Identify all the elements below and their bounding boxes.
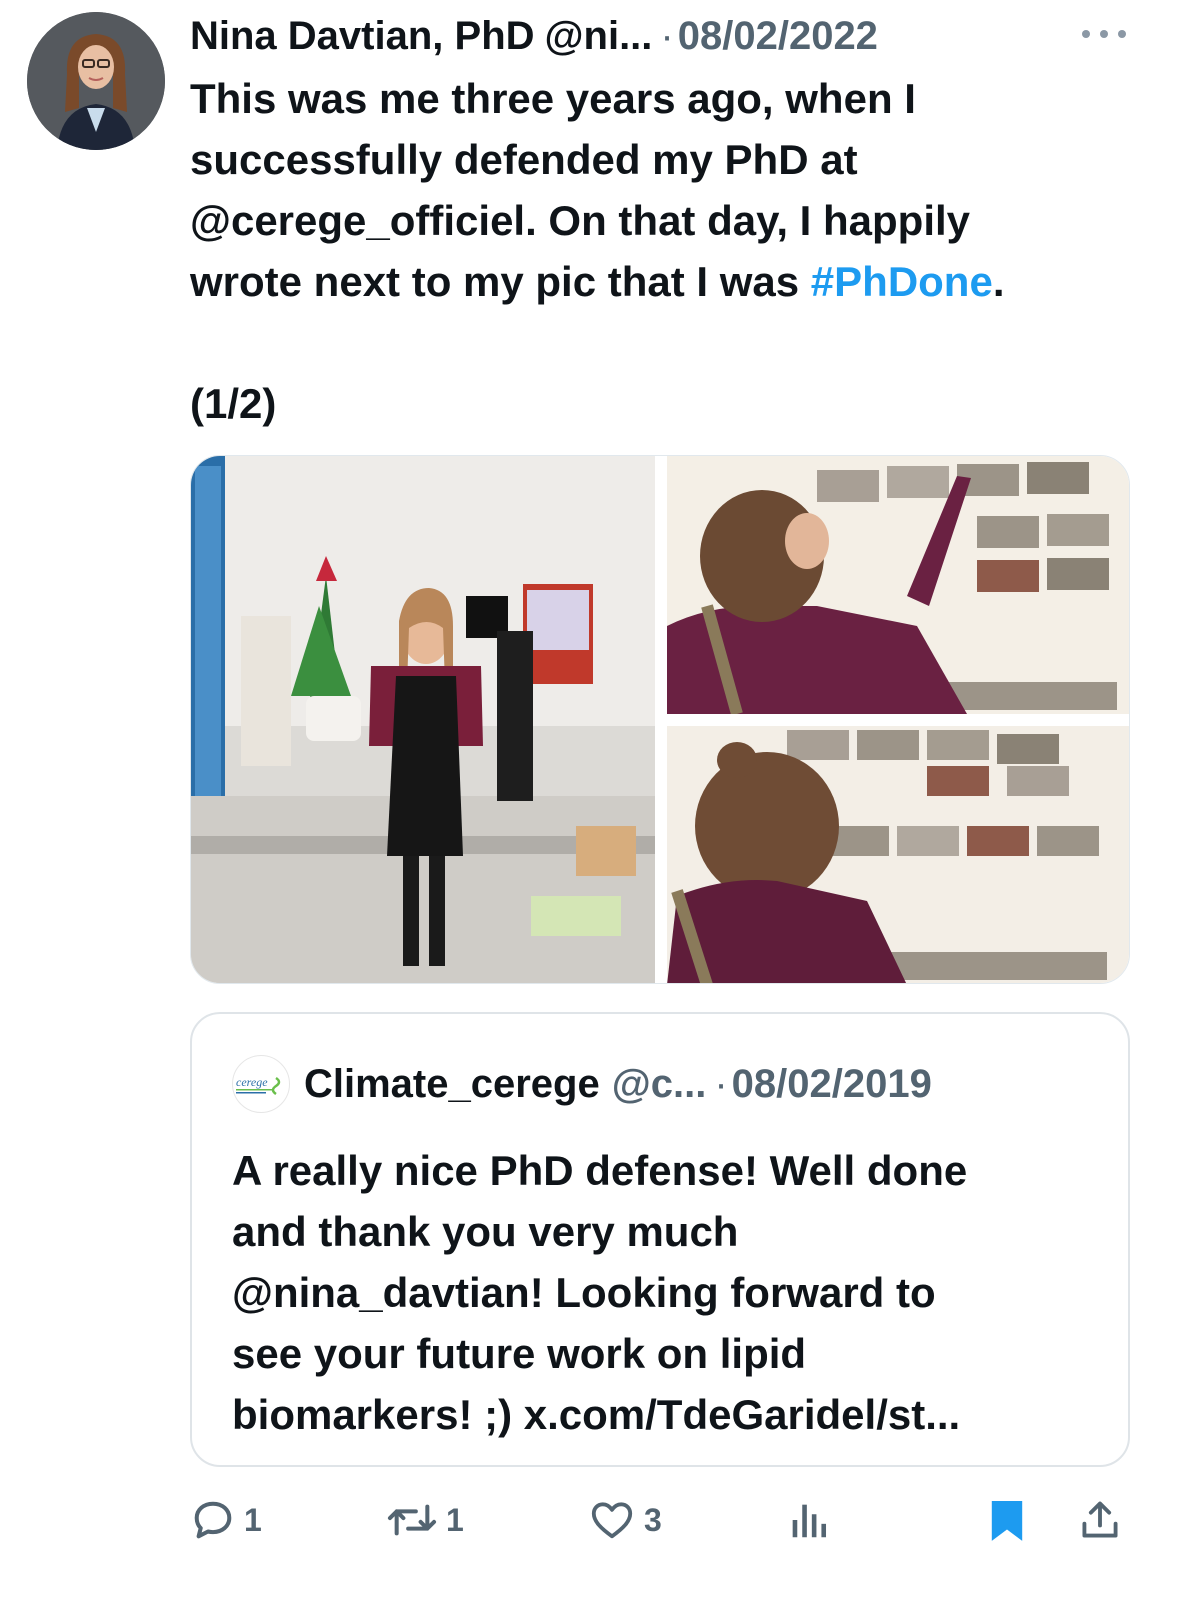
quoted-text-line: biomarkers! ;) x.com/TdeGaridel/st... <box>232 1391 961 1438</box>
tweet-text-line: successfully defended my PhD at <box>190 136 858 183</box>
tweet-action-bar: 1 1 3 <box>190 1490 1130 1550</box>
tweet-text-segment: . <box>992 258 1005 305</box>
hashtag-link[interactable]: #PhDone <box>811 258 993 305</box>
reply-icon <box>194 1501 232 1539</box>
reply-count: 1 <box>244 1501 262 1538</box>
more-dot-icon <box>1100 30 1108 38</box>
heart-icon <box>591 1502 633 1539</box>
bookmark-button[interactable] <box>988 1490 1026 1550</box>
repost-count: 1 <box>446 1501 464 1538</box>
like-button[interactable]: 3 <box>588 1490 662 1550</box>
quoted-author-handle[interactable]: @c... <box>612 1062 707 1107</box>
more-dot-icon <box>1118 30 1126 38</box>
views-button[interactable] <box>788 1490 828 1550</box>
tweet-text-line: wrote next to my pic that I was #PhDone. <box>190 251 1150 312</box>
quoted-author-name[interactable]: Climate_cerege <box>304 1062 600 1107</box>
quoted-tweet-date[interactable]: 08/02/2019 <box>732 1062 932 1107</box>
header-separator: · <box>660 13 674 58</box>
author-handle[interactable]: @ni... <box>545 14 653 59</box>
share-icon <box>1082 1501 1118 1538</box>
reply-button[interactable]: 1 <box>190 1490 262 1550</box>
share-button[interactable] <box>1078 1490 1122 1550</box>
more-dot-icon <box>1082 30 1090 38</box>
quoted-tweet-text: A really nice PhD defense! Well done and… <box>232 1140 1112 1445</box>
quoted-tweet[interactable]: cerege Climate_cerege @c... · 08/02/2019… <box>190 1012 1130 1467</box>
tweet-header: Nina Davtian, PhD @ni... · 08/02/2022 <box>190 10 1140 62</box>
views-chart-icon <box>792 1504 827 1538</box>
tweet-text-line: @cerege_officiel. On that day, I happily <box>190 197 971 244</box>
quoted-author-avatar[interactable]: cerege <box>232 1055 290 1113</box>
like-count: 3 <box>644 1501 662 1538</box>
media-grid <box>190 455 1130 984</box>
author-name[interactable]: Nina Davtian, PhD <box>190 14 535 59</box>
bookmark-icon <box>991 1501 1023 1541</box>
thread-marker: (1/2) <box>190 380 277 427</box>
tweet-text-line: This was me three years ago, when I <box>190 75 916 122</box>
quoted-header-separator: · <box>714 1061 728 1106</box>
tweet-date[interactable]: 08/02/2022 <box>678 14 878 59</box>
photo-woman-at-photo-wall[interactable] <box>667 726 1129 983</box>
repost-button[interactable]: 1 <box>386 1490 464 1550</box>
tweet-text: This was me three years ago, when I succ… <box>190 68 1150 434</box>
author-avatar[interactable] <box>27 12 165 150</box>
quoted-text-line: see your future work on lipid <box>232 1330 807 1377</box>
tweet-text-segment: wrote next to my pic that I was <box>190 258 811 305</box>
repost-icon <box>387 1504 437 1536</box>
quoted-text-line: A really nice PhD defense! Well done <box>232 1147 968 1194</box>
more-options-button[interactable] <box>1082 22 1126 46</box>
cerege-logo-text: cerege <box>236 1075 268 1089</box>
photo-woman-holding-plant[interactable] <box>191 456 655 983</box>
quoted-text-line: and thank you very much <box>232 1208 739 1255</box>
photo-woman-writing-on-board[interactable] <box>667 456 1129 714</box>
quoted-text-line: @nina_davtian! Looking forward to <box>232 1269 936 1316</box>
quoted-tweet-header: cerege Climate_cerege @c... · 08/02/2019 <box>232 1054 932 1114</box>
